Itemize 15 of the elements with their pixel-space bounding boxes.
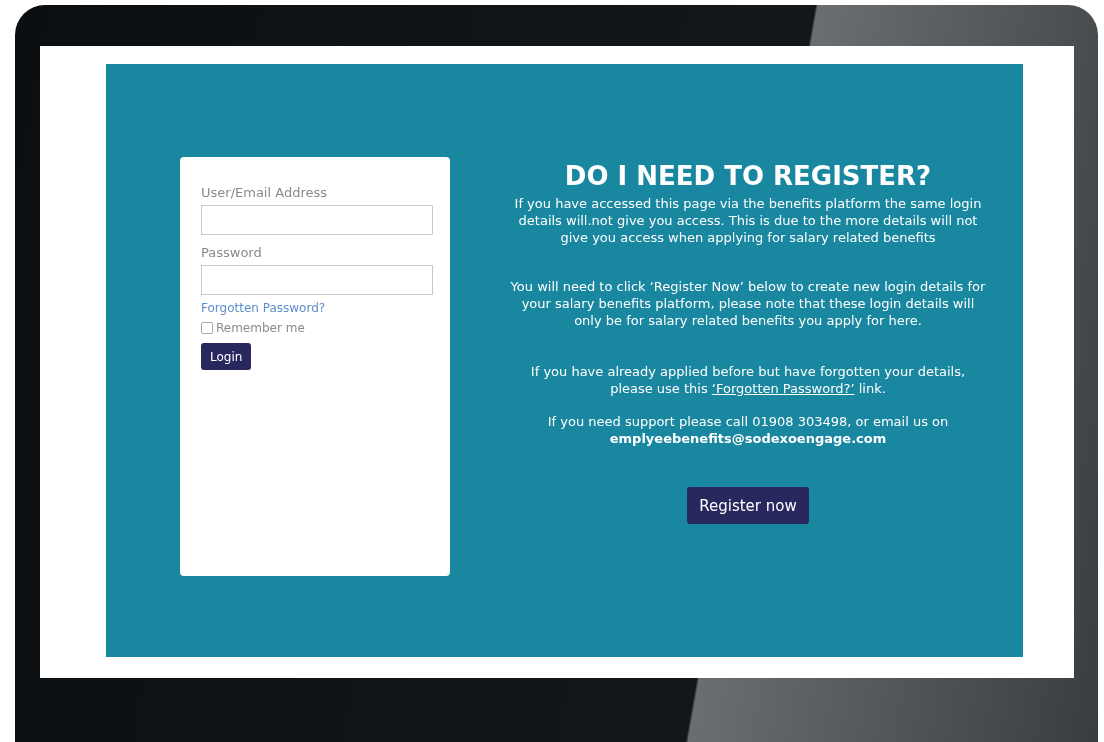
remember-checkbox[interactable] [201,322,213,334]
login-button[interactable]: Login [201,343,252,370]
info-paragraph: If you need support please call 01908 303498, or email us on emplyeebenefits@sodexoengage.com [546,413,950,447]
register-button[interactable]: Register now [687,487,809,524]
username-field[interactable] [201,205,433,235]
checkbox-label: Remember me [216,321,305,335]
info-paragraph: You will need to click ‘Register Now’ below to create new login details for your salary benefits platform, please note that these login details will only be for salary related benefits you apply for here. [509,278,987,329]
forgot-password-link[interactable]: Forgotten Password? [201,301,326,315]
field-label: Password [201,245,263,260]
info-paragraph: If you have accessed this page via the benefits platform the same login details will.not give you access. This is due to the more details will not give you access when applying for salary related benefits [513,195,983,246]
field-label: User/Email Address [201,185,328,200]
info-paragraph: If you have already applied before but have forgotten your details, please use this ‘Forgotten Password?’ link. [529,363,967,397]
forgotten-password-link[interactable]: ‘Forgotten Password?’ [711,381,855,396]
heading: DO I NEED TO REGISTER? [564,161,932,191]
password-field[interactable] [201,265,433,295]
